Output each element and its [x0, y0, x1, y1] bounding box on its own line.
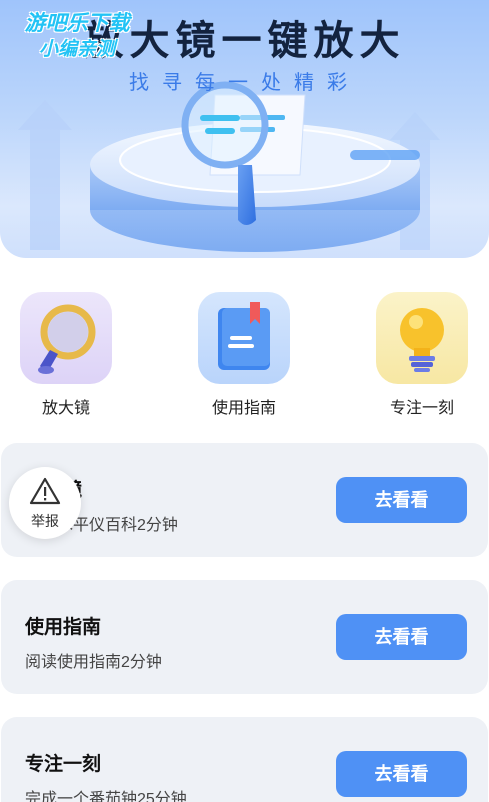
- go-view-button-guide[interactable]: 去看看: [336, 614, 467, 660]
- magnifier-icon: [20, 292, 112, 384]
- watermark-line2: 小编亲测: [38, 38, 115, 60]
- report-button[interactable]: 举报: [9, 467, 81, 539]
- hero-banner: 放大镜一键放大 找寻每一处精彩 游吧乐下载 小编亲测: [0, 0, 489, 258]
- warning-triangle-icon: [29, 477, 61, 505]
- watermark-line1: 游吧乐下载: [24, 11, 130, 35]
- task-card-focus: 专注一刻 完成一个番茄钟25分钟 去看看: [1, 717, 488, 802]
- go-view-button-magnifier[interactable]: 去看看: [336, 477, 467, 523]
- feature-label-focus: 专注一刻: [389, 400, 454, 417]
- feature-label-magnifier: 放大镜: [41, 400, 90, 417]
- watermark: 游吧乐下载 小编亲测: [12, 10, 142, 62]
- feature-label-guide: 使用指南: [211, 400, 276, 417]
- task-title: 使用指南: [25, 617, 102, 638]
- feature-guide[interactable]: 使用指南: [184, 292, 304, 418]
- report-label: 举报: [31, 513, 59, 529]
- task-title: 专注一刻: [25, 754, 102, 775]
- feature-magnifier[interactable]: 放大镜: [6, 292, 126, 418]
- task-card-guide: 使用指南 阅读使用指南2分钟 去看看: [1, 580, 488, 694]
- lightbulb-icon: [376, 292, 468, 384]
- feature-focus[interactable]: 专注一刻: [362, 292, 482, 418]
- task-description: 阅读使用指南2分钟: [25, 654, 162, 671]
- go-view-button-focus[interactable]: 去看看: [336, 751, 467, 797]
- task-description: 完成一个番茄钟25分钟: [25, 791, 187, 802]
- book-icon: [198, 292, 290, 384]
- banner-subtitle: 找寻每一处精彩: [129, 70, 360, 94]
